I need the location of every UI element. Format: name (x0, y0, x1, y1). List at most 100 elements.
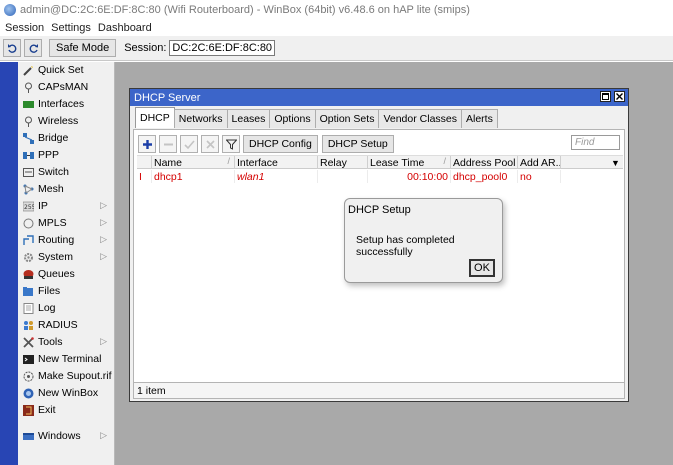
row-add-arp: no (518, 170, 561, 183)
menu-dashboard[interactable]: Dashboard (98, 22, 152, 34)
sidebar-item-windows[interactable]: Windows ▷ (18, 428, 115, 444)
sidebar-item-exit[interactable]: Exit (18, 402, 115, 418)
antenna-icon (22, 82, 34, 93)
row-name: dhcp1 (152, 170, 235, 183)
sidebar-item-label: IP (38, 200, 48, 212)
close-button[interactable] (614, 91, 625, 102)
sidebar-item-interfaces[interactable]: Interfaces (18, 96, 115, 112)
tab-leases[interactable]: Leases (226, 109, 271, 128)
column-header-name[interactable]: Name / (152, 156, 235, 169)
submenu-arrow-icon: ▷ (100, 251, 107, 261)
app-title-bar: admin@DC:2C:6E:DF:8C:80 (Wifi Routerboar… (0, 0, 673, 19)
maximize-button[interactable] (600, 91, 611, 102)
sidebar-item-ip[interactable]: 255 IP ▷ (18, 198, 115, 214)
remove-button[interactable] (159, 135, 177, 153)
chevron-down-icon: ▼ (611, 157, 620, 168)
mpls-icon (22, 218, 34, 229)
dhcp-window-title: DHCP Server (134, 91, 201, 104)
undo-icon (7, 43, 16, 53)
sidebar-item-mesh[interactable]: Mesh (18, 181, 115, 197)
sidebar-item-ppp[interactable]: PPP (18, 147, 115, 163)
sidebar-item-label: Exit (38, 404, 56, 416)
find-input[interactable]: Find (571, 135, 620, 150)
disable-button[interactable] (201, 135, 219, 153)
status-bar: 1 item (134, 382, 624, 398)
column-header-address-pool[interactable]: Address Pool (451, 156, 518, 169)
row-lease-time: 00:10:00 (368, 170, 451, 183)
svg-text:255: 255 (24, 204, 34, 211)
minus-icon (163, 143, 173, 145)
session-field[interactable]: DC:2C:6E:DF:8C:80 (169, 40, 276, 56)
sidebar-item-log[interactable]: Log (18, 300, 115, 316)
sidebar-item-queues[interactable]: Queues (18, 266, 115, 282)
submenu-arrow-icon: ▷ (100, 430, 107, 440)
column-header-add-arp[interactable]: Add AR... (518, 156, 561, 169)
sidebar-item-label: RADIUS (38, 319, 78, 331)
sidebar-item-make-supout[interactable]: Make Supout.rif (18, 368, 115, 384)
table-row[interactable]: I dhcp1 wlan1 00:10:00 dhcp_pool0 no (137, 170, 623, 183)
filter-button[interactable] (222, 135, 240, 153)
sidebar-item-files[interactable]: Files (18, 283, 115, 299)
redo-button[interactable] (24, 39, 42, 57)
menu-settings[interactable]: Settings (51, 22, 91, 34)
maximize-icon (602, 93, 609, 100)
sidebar-item-mpls[interactable]: MPLS ▷ (18, 215, 115, 231)
sidebar-item-label: New WinBox (38, 387, 99, 399)
column-header-relay[interactable]: Relay (318, 156, 368, 169)
main-toolbar: Safe Mode Session: DC:2C:6E:DF:8C:80 (0, 36, 673, 61)
menu-session[interactable]: Session (5, 22, 44, 34)
folder-icon (22, 286, 34, 297)
winbox-icon (22, 388, 34, 399)
columns-dropdown-button[interactable]: ▼ (609, 156, 623, 169)
column-header-label: Add AR... (520, 156, 561, 169)
sidebar-item-system[interactable]: System ▷ (18, 249, 115, 265)
safe-mode-button[interactable]: Safe Mode (49, 39, 117, 57)
dhcp-tabs: DHCP Networks Leases Options Option Sets… (135, 107, 498, 128)
sidebar-item-label: Bridge (38, 132, 69, 144)
mesh-icon (22, 184, 34, 195)
sidebar-item-label: MPLS (38, 217, 67, 229)
sidebar-item-routing[interactable]: Routing ▷ (18, 232, 115, 248)
sidebar-item-label: CAPsMAN (38, 81, 89, 93)
dhcp-setup-button[interactable]: DHCP Setup (321, 135, 394, 153)
sidebar-item-label: Switch (38, 166, 69, 178)
column-header-label: Interface (237, 156, 278, 169)
row-address-pool: dhcp_pool0 (451, 170, 518, 183)
cross-icon (205, 139, 215, 149)
sidebar-item-label: Files (38, 285, 61, 297)
column-header-lease-time[interactable]: Lease Time / (368, 156, 451, 169)
wand-icon (22, 65, 34, 76)
tab-vendor-classes[interactable]: Vendor Classes (378, 109, 462, 128)
sidebar-item-radius[interactable]: RADIUS (18, 317, 115, 333)
dhcp-window-title-bar[interactable]: DHCP Server (130, 89, 628, 106)
add-button[interactable] (138, 135, 156, 153)
sidebar-item-new-terminal[interactable]: New Terminal (18, 351, 115, 367)
sidebar-item-new-winbox[interactable]: New WinBox (18, 385, 115, 401)
sidebar-item-label: System (38, 251, 74, 263)
log-icon (22, 302, 34, 314)
ok-button[interactable]: OK (469, 259, 495, 277)
session-label: Session: (124, 42, 167, 54)
tab-dhcp[interactable]: DHCP (135, 107, 175, 128)
tab-alerts[interactable]: Alerts (461, 109, 498, 128)
sidebar-item-wireless[interactable]: Wireless (18, 113, 115, 129)
sidebar-item-quick-set[interactable]: Quick Set (18, 62, 115, 78)
ip-icon: 255 (22, 201, 34, 212)
enable-button[interactable] (180, 135, 198, 153)
row-interface: wlan1 (235, 170, 318, 183)
sidebar-item-switch[interactable]: Switch (18, 164, 115, 180)
dhcp-config-button[interactable]: DHCP Config (243, 135, 318, 153)
sidebar-item-bridge[interactable]: Bridge (18, 130, 115, 146)
tab-options[interactable]: Options (269, 109, 316, 128)
sort-icon: / (227, 156, 230, 166)
tab-networks[interactable]: Networks (173, 109, 228, 128)
column-header-interface[interactable]: Interface (235, 156, 318, 169)
sidebar-item-capsman[interactable]: CAPsMAN (18, 79, 115, 95)
check-icon (183, 139, 195, 149)
sidebar-item-label: Interfaces (38, 98, 85, 110)
flag-column-header[interactable] (137, 156, 152, 169)
tab-option-sets[interactable]: Option Sets (314, 109, 380, 128)
undo-button[interactable] (3, 39, 21, 57)
row-relay (318, 170, 368, 183)
sidebar-item-tools[interactable]: Tools ▷ (18, 334, 115, 350)
